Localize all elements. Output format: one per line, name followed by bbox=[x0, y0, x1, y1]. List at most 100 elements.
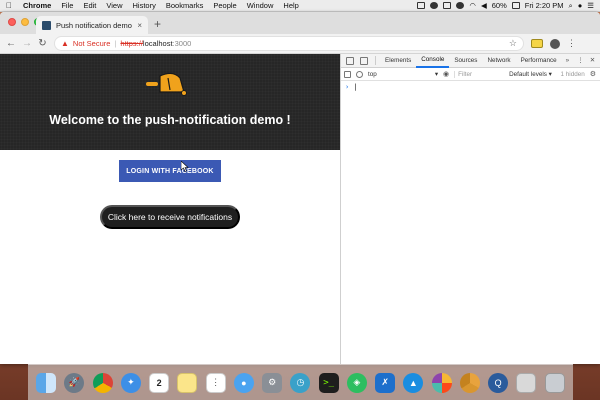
menubar-clock[interactable]: Fri 2:20 PM bbox=[525, 1, 564, 10]
display-icon[interactable] bbox=[443, 2, 452, 9]
devtools-menu-icon[interactable]: ⋮ bbox=[577, 57, 583, 64]
more-tabs-icon[interactable]: » bbox=[562, 57, 574, 64]
minimize-window-button[interactable] bbox=[21, 18, 29, 26]
macos-dock: 🚀 ✦ 2 ⋮ ● ⚙ ◷ >_ ◈ ✗ ▲ Q bbox=[28, 364, 573, 400]
favicon-icon bbox=[42, 20, 51, 30]
tab-strip: Push notification demo × + bbox=[0, 12, 600, 34]
inspect-element-icon[interactable] bbox=[346, 56, 354, 65]
siri-icon[interactable]: ● bbox=[578, 1, 583, 10]
wifi-icon[interactable]: ◠ bbox=[469, 1, 476, 10]
url-text: https://localhost:3000 bbox=[120, 39, 191, 48]
warning-icon[interactable]: ▲ bbox=[61, 39, 69, 48]
spotlight-icon[interactable]: ⌕ bbox=[569, 1, 573, 11]
browser-toolbar: ← → ↻ ▲ Not Secure | https://localhost:3… bbox=[0, 34, 600, 54]
trash-icon[interactable] bbox=[544, 372, 565, 393]
xcode-icon[interactable]: ✗ bbox=[375, 372, 396, 393]
console-filter-input[interactable]: Filter bbox=[454, 70, 500, 78]
tab-sources[interactable]: Sources bbox=[449, 54, 482, 68]
console-prompt[interactable]: › | bbox=[341, 81, 600, 93]
finder-icon[interactable] bbox=[36, 372, 57, 393]
menubar-status-area: ◠ ◀ 60% Fri 2:20 PM ⌕ ● ☰ bbox=[417, 1, 600, 11]
menu-bookmarks[interactable]: Bookmarks bbox=[161, 1, 209, 10]
screen-icon[interactable] bbox=[417, 2, 426, 9]
volume-icon[interactable]: ◀ bbox=[481, 1, 487, 10]
battery-icon[interactable] bbox=[511, 2, 520, 9]
device-toolbar-icon[interactable] bbox=[360, 56, 368, 65]
forward-button[interactable]: → bbox=[22, 38, 32, 49]
close-window-button[interactable] bbox=[8, 18, 16, 26]
security-label[interactable]: Not Secure bbox=[73, 39, 111, 48]
url-host: localhost bbox=[142, 39, 173, 48]
devtools-separator bbox=[375, 56, 376, 65]
tab-elements[interactable]: Elements bbox=[380, 54, 416, 68]
url-port: :3000 bbox=[172, 39, 192, 48]
notes-icon[interactable] bbox=[177, 372, 198, 393]
tab-console[interactable]: Console bbox=[416, 54, 450, 68]
mouse-cursor-icon bbox=[181, 161, 189, 172]
calendar-icon[interactable]: 2 bbox=[149, 372, 170, 393]
tab-network[interactable]: Network bbox=[482, 54, 515, 68]
text-caret: | bbox=[353, 83, 358, 91]
time-machine-icon[interactable]: ◷ bbox=[290, 372, 311, 393]
bookmark-star-icon[interactable]: ☆ bbox=[509, 38, 517, 49]
browser-tab[interactable]: Push notification demo × bbox=[36, 16, 148, 34]
tab-close-icon[interactable]: × bbox=[137, 21, 142, 30]
safari-icon[interactable]: ✦ bbox=[120, 372, 141, 393]
log-levels-dropdown[interactable]: Default levels ▾ bbox=[509, 71, 552, 78]
context-value: top bbox=[368, 70, 377, 78]
menu-history[interactable]: History bbox=[128, 1, 161, 10]
live-expression-eye-icon[interactable]: ◉ bbox=[443, 70, 449, 78]
launchpad-icon[interactable]: 🚀 bbox=[64, 372, 85, 393]
photos-icon[interactable] bbox=[431, 372, 452, 393]
tab-title: Push notification demo bbox=[56, 20, 132, 30]
web-page: Welcome to the push-notification demo ! … bbox=[0, 54, 340, 364]
system-preferences-icon[interactable]: ⚙ bbox=[262, 372, 283, 393]
login-with-facebook-button[interactable]: LOGIN WITH FACEBOOK bbox=[119, 160, 221, 182]
address-bar[interactable]: ▲ Not Secure | https://localhost:3000 ☆ bbox=[54, 36, 524, 51]
devtools-controls: ⋮ ✕ bbox=[577, 57, 600, 64]
extension-icon[interactable] bbox=[531, 39, 543, 48]
devtools-close-icon[interactable]: ✕ bbox=[590, 57, 595, 64]
menu-view[interactable]: View bbox=[101, 1, 127, 10]
menu-app-name[interactable]: Chrome bbox=[18, 1, 56, 10]
notification-center-icon[interactable]: ☰ bbox=[587, 1, 594, 10]
hidden-messages-count: 1 hidden bbox=[560, 70, 585, 78]
console-toolbar: top ▾ ◉ Filter Default levels ▾ 1 hidden… bbox=[341, 68, 600, 81]
menu-window[interactable]: Window bbox=[242, 1, 279, 10]
chrome-canary-icon[interactable] bbox=[459, 372, 480, 393]
browser-window: Push notification demo × + ← → ↻ ▲ Not S… bbox=[0, 12, 600, 364]
chrome-menu-icon[interactable]: ⋮ bbox=[567, 38, 576, 49]
status-icon[interactable] bbox=[430, 2, 439, 9]
menu-file[interactable]: File bbox=[56, 1, 78, 10]
new-tab-button[interactable]: + bbox=[154, 17, 161, 31]
tab-performance[interactable]: Performance bbox=[516, 54, 562, 68]
profile-avatar[interactable] bbox=[550, 38, 560, 49]
menu-help[interactable]: Help bbox=[278, 1, 303, 10]
chevron-down-icon: ▾ bbox=[434, 70, 438, 78]
apple-menu-icon[interactable]:  bbox=[0, 1, 18, 10]
console-settings-gear-icon[interactable]: ⚙ bbox=[590, 70, 600, 78]
console-sidebar-icon[interactable] bbox=[344, 70, 351, 78]
terminal-icon[interactable]: >_ bbox=[318, 372, 339, 393]
back-button[interactable]: ← bbox=[6, 38, 16, 49]
context-selector[interactable]: top ▾ bbox=[368, 71, 438, 78]
address-separator: | bbox=[114, 39, 117, 48]
sync-icon[interactable] bbox=[456, 2, 465, 9]
url-scheme: https:// bbox=[120, 39, 143, 48]
menu-edit[interactable]: Edit bbox=[78, 1, 101, 10]
page-title: Welcome to the push-notification demo ! bbox=[49, 113, 291, 127]
menu-people[interactable]: People bbox=[208, 1, 241, 10]
quicktime-icon[interactable]: Q bbox=[488, 372, 509, 393]
battery-percent[interactable]: 60% bbox=[492, 1, 507, 10]
messages-icon[interactable]: ● bbox=[233, 372, 254, 393]
receive-notifications-button[interactable]: Click here to receive notifications bbox=[100, 205, 240, 229]
reminders-icon[interactable]: ⋮ bbox=[205, 372, 226, 393]
chrome-icon[interactable] bbox=[92, 372, 113, 393]
clear-console-icon[interactable] bbox=[356, 70, 363, 78]
reload-button[interactable]: ↻ bbox=[38, 38, 47, 49]
prompt-chevron-icon: › bbox=[345, 83, 350, 91]
evernote-icon[interactable]: ◈ bbox=[346, 372, 367, 393]
browser-content: Welcome to the push-notification demo ! … bbox=[0, 54, 600, 364]
printer-icon[interactable] bbox=[516, 372, 537, 393]
testflight-icon[interactable]: ▲ bbox=[403, 372, 424, 393]
